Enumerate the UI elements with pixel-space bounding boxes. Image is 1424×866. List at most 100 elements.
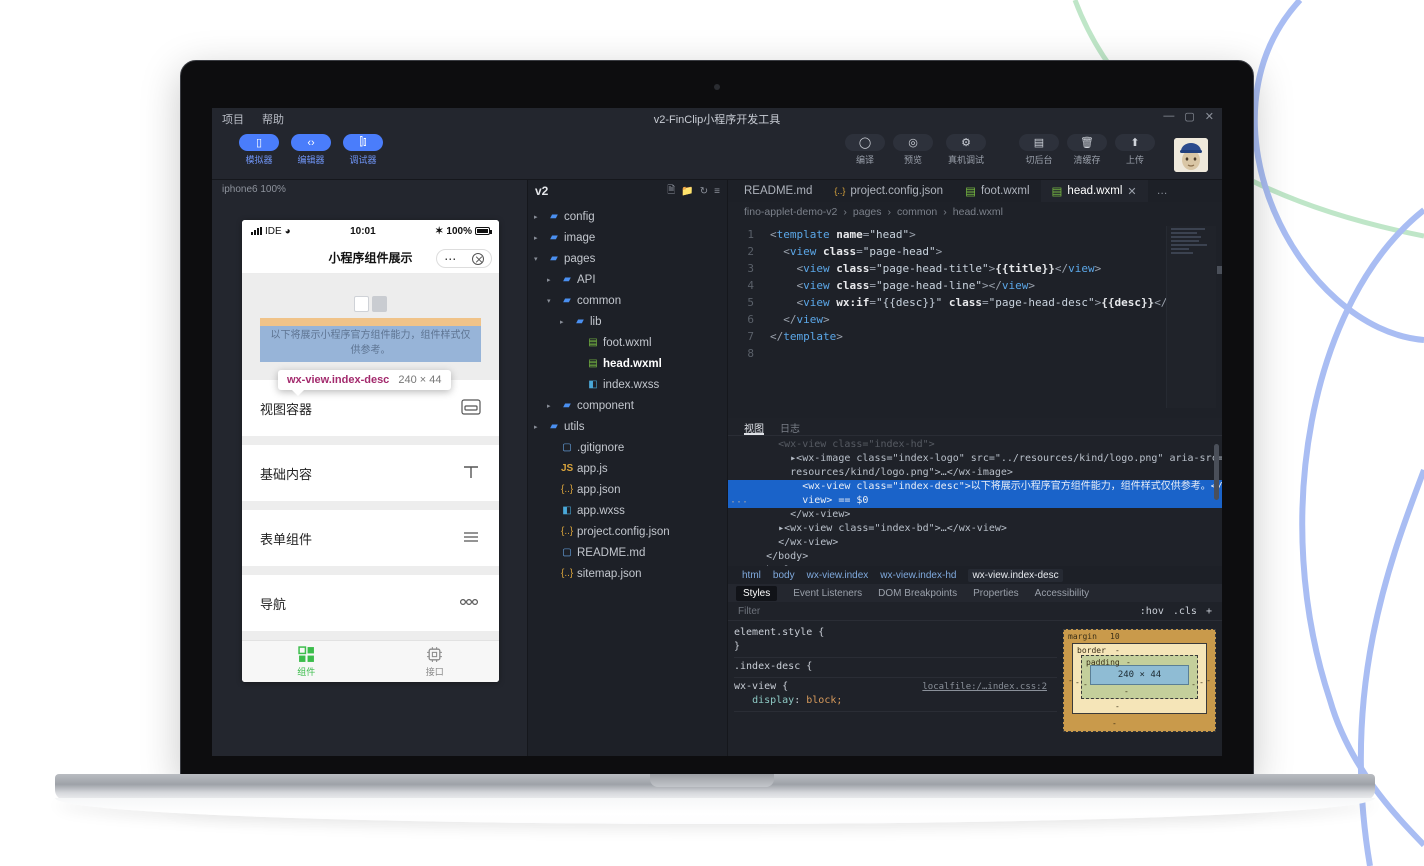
editor-tab[interactable]: README.md xyxy=(728,180,823,202)
file-tree-item[interactable]: ▸▰image xyxy=(528,227,727,248)
file-tree-item[interactable]: ▾▰pages xyxy=(528,248,727,269)
file-tree-item[interactable]: {..}app.json xyxy=(528,479,727,500)
close-capsule-icon[interactable] xyxy=(472,253,484,265)
css-selector[interactable]: .index-desc { xyxy=(734,661,812,672)
dom-node-line[interactable]: </body> xyxy=(742,550,1222,564)
dom-tree-lines[interactable]: <wx-view class="index-hd"> ▸<wx-image cl… xyxy=(742,438,1222,566)
styles-tab[interactable]: Event Listeners xyxy=(793,588,862,599)
refresh-icon[interactable]: ↻ xyxy=(700,186,708,197)
collapse-icon[interactable]: ≡ xyxy=(714,186,720,197)
css-rule[interactable]: .index-desc {</span><div data-name="css-… xyxy=(734,658,1057,678)
toolbar-button-background[interactable]: ▤ 切后台 xyxy=(1018,134,1060,166)
toolbar-button-compile[interactable]: ◯ 编译 xyxy=(844,134,886,166)
devtools-view-tab[interactable]: 日志 xyxy=(780,420,800,435)
dom-tree[interactable]: ··· <wx-view class="index-hd"> ▸<wx-imag… xyxy=(728,436,1222,566)
dom-node-line[interactable]: view> == $0 xyxy=(728,494,1222,508)
styles-tab[interactable]: Styles xyxy=(736,586,777,601)
css-origin[interactable]: localfile:/…index.css:2 xyxy=(922,680,1047,694)
editor-tab[interactable]: {..}project.config.json xyxy=(823,180,954,202)
editor-tab[interactable]: ▤head.wxml✕ xyxy=(1041,180,1148,202)
dom-node-line[interactable]: <wx-view class="index-desc">以下将展示小程序官方组件… xyxy=(728,480,1222,494)
more-icon[interactable]: ⋯ xyxy=(444,253,457,265)
file-tree-item[interactable]: ▸▰component xyxy=(528,395,727,416)
file-tree-item[interactable]: ▸▰lib xyxy=(528,311,727,332)
dom-overflow-marker[interactable]: ··· xyxy=(730,496,748,510)
list-item[interactable]: 导航 xyxy=(242,575,499,631)
filter-input[interactable]: Filter xyxy=(728,606,1140,617)
styles-tabs[interactable]: Styles Event Listeners DOM Breakpoints Prop… xyxy=(728,584,1222,602)
phone-tab-api[interactable]: 接口 xyxy=(371,641,500,682)
phone-capsule-buttons[interactable]: ⋯ xyxy=(436,249,492,268)
box-model-diagram[interactable]: margin 10 - - - border - - - xyxy=(1057,621,1222,756)
hov-toggle[interactable]: :hov xyxy=(1140,606,1164,617)
toolbar-button-editor[interactable]: ‹› 编辑器 xyxy=(290,134,332,166)
disclosure-arrow[interactable]: ▸ xyxy=(534,213,544,221)
styles-tab[interactable]: Properties xyxy=(973,588,1019,599)
new-file-icon[interactable]: 🗎 xyxy=(667,183,675,200)
add-rule-icon[interactable]: + xyxy=(1206,606,1212,617)
breadcrumb-item[interactable]: head.wxml xyxy=(953,206,1003,218)
list-item[interactable]: 表单组件 xyxy=(242,510,499,566)
file-tree-item[interactable]: ▢.gitignore xyxy=(528,437,727,458)
file-tree-item[interactable]: JSapp.js xyxy=(528,458,727,479)
file-tree-item[interactable]: ▾▰common xyxy=(528,290,727,311)
editor-tabbar[interactable]: README.md{..}project.config.json▤foot.wx… xyxy=(728,180,1222,202)
file-tree-item[interactable]: ◧index.wxss xyxy=(528,374,727,395)
editor-scrollbar[interactable] xyxy=(1217,266,1222,274)
dom-crumb[interactable]: wx-view.index-hd xyxy=(880,570,956,581)
list-item[interactable]: 基础内容 xyxy=(242,445,499,501)
devtools-view-tabs[interactable]: 视图 日志 xyxy=(728,418,1222,436)
tab-close-icon[interactable]: ✕ xyxy=(1127,185,1136,198)
breadcrumb-item[interactable]: common xyxy=(897,206,937,218)
css-rule[interactable]: element.style {} xyxy=(734,624,1057,658)
dom-crumb[interactable]: body xyxy=(773,570,795,581)
styles-tab[interactable]: DOM Breakpoints xyxy=(878,588,957,599)
dom-node-line[interactable]: <wx-view class="index-hd"> xyxy=(742,438,1222,452)
file-tree-item[interactable]: ▸▰API xyxy=(528,269,727,290)
new-folder-icon[interactable]: 📁 xyxy=(681,186,693,197)
dom-node-line[interactable]: </html> xyxy=(742,564,1222,566)
avatar[interactable] xyxy=(1174,138,1208,172)
disclosure-arrow[interactable]: ▸ xyxy=(547,402,557,410)
window-controls[interactable]: — ▢ ✕ xyxy=(1163,110,1214,123)
minimize-icon[interactable]: — xyxy=(1163,110,1174,123)
toolbar-button-simulator[interactable]: ▯ 模拟器 xyxy=(238,134,280,166)
css-rules[interactable]: element.style {}.index-desc {</span><div… xyxy=(728,621,1057,756)
dom-node-line[interactable]: </wx-view> xyxy=(742,536,1222,550)
phone-simulator[interactable]: IDE ◕ 10:01 ✶ 100% 小程序组件展示 ⋯ xyxy=(242,220,499,682)
file-tree-item[interactable]: ▤head.wxml xyxy=(528,353,727,374)
disclosure-arrow[interactable]: ▸ xyxy=(560,318,570,326)
code-editor[interactable]: 1<template name="head">2 <view class="pa… xyxy=(728,222,1222,418)
dom-node-line[interactable]: resources/kind/logo.png">…</wx-image> xyxy=(742,466,1222,480)
css-declaration[interactable]: display: block; xyxy=(734,694,1057,708)
toolbar-button-clear-cache[interactable]: 🗑 清缓存 xyxy=(1066,134,1108,166)
code-content[interactable]: 1<template name="head">2 <view class="pa… xyxy=(728,222,1222,362)
dom-node-line[interactable]: ▸<wx-view class="index-bd">…</wx-view> xyxy=(742,522,1222,536)
filter-controls[interactable]: :hov .cls + xyxy=(1140,606,1222,617)
css-selector[interactable]: element.style { xyxy=(734,627,824,638)
cls-toggle[interactable]: .cls xyxy=(1173,606,1197,617)
maximize-icon[interactable]: ▢ xyxy=(1184,110,1194,123)
css-rule[interactable]: wx-view {localfile:/…index.css:2 display… xyxy=(734,678,1057,712)
toolbar-button-upload[interactable]: ⬆ 上传 xyxy=(1114,134,1156,166)
file-tree[interactable]: ▸▰config▸▰image▾▰pages▸▰API▾▰common▸▰lib… xyxy=(528,202,727,584)
dom-node-line[interactable]: ▸<wx-image class="index-logo" src="../re… xyxy=(742,452,1222,466)
editor-minimap[interactable] xyxy=(1166,226,1216,408)
file-tree-item[interactable]: ◧app.wxss xyxy=(528,500,727,521)
index-desc-highlighted[interactable]: 以下将展示小程序官方组件能力，组件样式仅供参考。 xyxy=(260,318,481,362)
dom-node-line[interactable]: </wx-view> xyxy=(742,508,1222,522)
toolbar-button-debugger[interactable]: ⫿⫾ 调试器 xyxy=(342,134,384,166)
phone-tab-components[interactable]: 组件 xyxy=(242,641,371,682)
editor-tab[interactable]: ▤foot.wxml xyxy=(954,180,1040,202)
file-tree-item[interactable]: {..}project.config.json xyxy=(528,521,727,542)
dom-scrollbar[interactable] xyxy=(1214,444,1219,500)
devtools-view-tab[interactable]: 视图 xyxy=(744,420,764,435)
styles-tab[interactable]: Accessibility xyxy=(1035,588,1089,599)
disclosure-arrow[interactable]: ▸ xyxy=(534,234,544,242)
breadcrumb-item[interactable]: pages xyxy=(853,206,882,218)
disclosure-arrow[interactable]: ▸ xyxy=(534,423,544,431)
close-icon[interactable]: ✕ xyxy=(1205,110,1214,123)
file-tree-item[interactable]: ▢README.md xyxy=(528,542,727,563)
dom-crumb[interactable]: wx-view.index xyxy=(807,570,869,581)
dom-crumb[interactable]: html xyxy=(742,570,761,581)
